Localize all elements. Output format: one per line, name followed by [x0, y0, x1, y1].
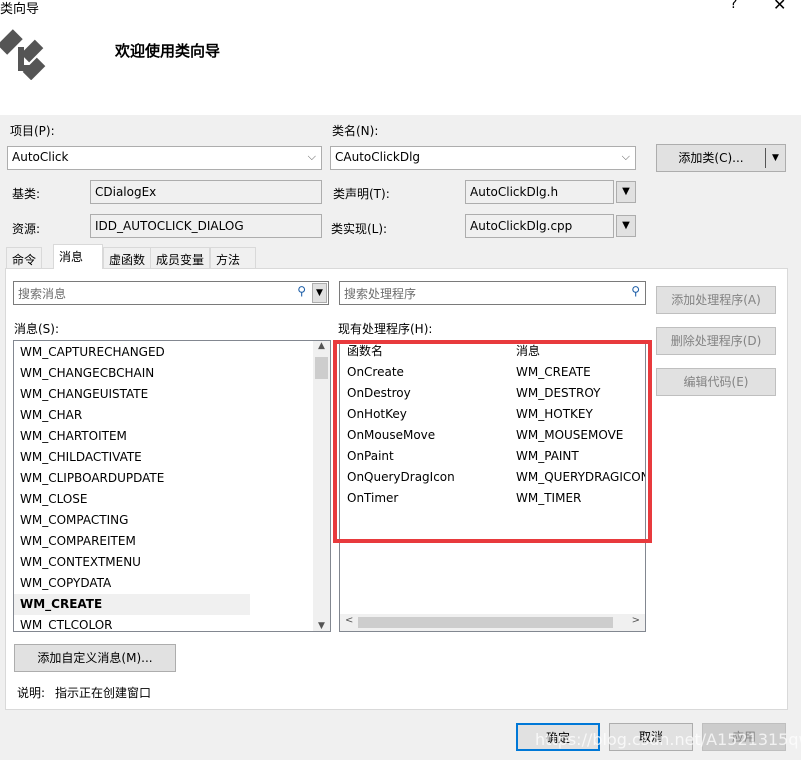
- message-item[interactable]: WM_COPYDATA: [14, 573, 330, 594]
- highlight-annotation: [333, 340, 652, 543]
- message-item[interactable]: WM_CHAR: [14, 405, 330, 426]
- message-item[interactable]: WM_CLOSE: [14, 489, 330, 510]
- description-text: 指示正在创建窗口: [55, 686, 152, 700]
- search-icon[interactable]: ⚲: [631, 284, 640, 298]
- edit-code-button[interactable]: 编辑代码(E): [656, 368, 776, 396]
- project-combo[interactable]: AutoClick ⌵: [7, 146, 322, 170]
- message-item[interactable]: WM_CHILDACTIVATE: [14, 447, 330, 468]
- decl-dropdown[interactable]: ▼: [616, 181, 636, 203]
- add-handler-button[interactable]: 添加处理程序(A): [656, 286, 776, 314]
- classname-combo[interactable]: CAutoClickDlg ⌵: [330, 146, 636, 170]
- decl-field: AutoClickDlg.h: [465, 180, 614, 204]
- project-value: AutoClick: [12, 150, 69, 164]
- split-arrow-icon[interactable]: ▼: [765, 148, 785, 168]
- messages-scrollbar[interactable]: ▲ ▼: [313, 341, 330, 631]
- search-icon[interactable]: ⚲: [297, 284, 306, 298]
- tab-messages[interactable]: 消息: [53, 244, 103, 269]
- base-label: 基类:: [12, 187, 41, 201]
- add-custom-message-button[interactable]: 添加自定义消息(M)...: [14, 644, 176, 672]
- message-item[interactable]: WM_COMPACTING: [14, 510, 330, 531]
- resource-label: 资源:: [12, 222, 41, 236]
- search-dropdown[interactable]: ▼: [312, 283, 327, 303]
- classname-value: CAutoClickDlg: [335, 150, 421, 164]
- tab-virtual-functions[interactable]: 虚函数: [103, 247, 152, 269]
- resource-field: IDD_AUTOCLICK_DIALOG: [90, 214, 322, 238]
- watermark: https://blog.csdn.net/A1521315qwss: [535, 730, 801, 749]
- class-wizard-icon: [0, 29, 46, 80]
- description-label: 说明:: [17, 686, 46, 700]
- add-class-button[interactable]: 添加类(C)... ▼: [656, 144, 786, 172]
- project-label: 项目(P):: [10, 124, 55, 138]
- search-handlers-placeholder: 搜索处理程序: [344, 287, 417, 301]
- chevron-down-icon: ⌵: [621, 150, 630, 163]
- decl-label: 类声明(T):: [333, 187, 390, 201]
- classname-label: 类名(N):: [332, 124, 379, 138]
- impl-label: 类实现(L):: [331, 222, 388, 236]
- message-item[interactable]: WM_CHANGEUISTATE: [14, 384, 330, 405]
- impl-dropdown[interactable]: ▼: [616, 215, 636, 237]
- add-class-label: 添加类(C)...: [678, 151, 744, 165]
- welcome-heading: 欢迎使用类向导: [115, 42, 221, 60]
- tab-member-variables[interactable]: 成员变量: [150, 247, 211, 269]
- message-item[interactable]: WM_CHARTOITEM: [14, 426, 330, 447]
- search-messages-input[interactable]: 搜索消息 ⚲ ▼: [13, 281, 329, 305]
- message-item[interactable]: WM_CHANGECBCHAIN: [14, 363, 330, 384]
- tab-methods[interactable]: 方法: [210, 247, 256, 269]
- help-button[interactable]: ?: [730, 0, 737, 12]
- window-title: 类向导: [0, 2, 40, 17]
- search-messages-placeholder: 搜索消息: [18, 287, 67, 301]
- close-button[interactable]: ✕: [773, 0, 786, 14]
- delete-handler-button[interactable]: 删除处理程序(D): [656, 327, 776, 355]
- search-handlers-input[interactable]: 搜索处理程序 ⚲: [339, 281, 646, 305]
- handlers-hscrollbar[interactable]: < >: [340, 614, 645, 631]
- handlers-label: 现有处理程序(H):: [338, 322, 433, 336]
- message-item[interactable]: WM_CAPTURECHANGED: [14, 342, 330, 363]
- base-field: CDialogEx: [90, 180, 322, 204]
- message-item[interactable]: WM_CTLCOLOR: [14, 615, 330, 631]
- message-item[interactable]: WM_COMPAREITEM: [14, 531, 330, 552]
- message-item[interactable]: WM_CREATE: [14, 594, 250, 615]
- messages-list[interactable]: WM_CAPTURECHANGED WM_CHANGECBCHAIN WM_CHAN…: [13, 340, 331, 632]
- tab-commands[interactable]: 命令: [6, 247, 43, 269]
- chevron-down-icon: ⌵: [307, 150, 316, 163]
- messages-label: 消息(S):: [14, 322, 60, 336]
- impl-field: AutoClickDlg.cpp: [465, 214, 614, 238]
- message-item[interactable]: WM_CONTEXTMENU: [14, 552, 330, 573]
- message-item[interactable]: WM_CLIPBOARDUPDATE: [14, 468, 330, 489]
